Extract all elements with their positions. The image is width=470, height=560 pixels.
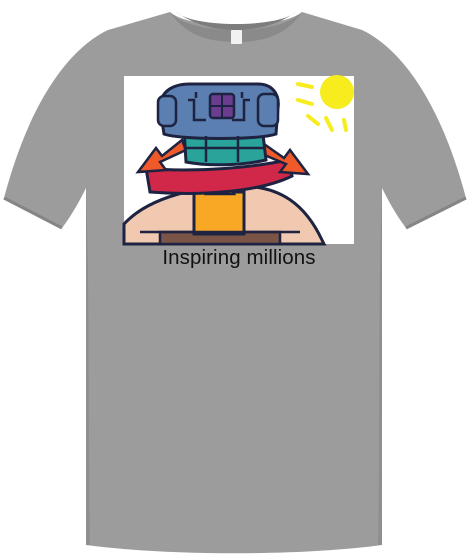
print-caption: Inspiring millions: [162, 246, 316, 269]
orange-panel: [192, 190, 246, 236]
robot-ear-right: [256, 92, 280, 128]
tag-icon: [231, 30, 242, 44]
robot-ear-left: [156, 94, 178, 128]
tshirt-graphic: [3, 12, 467, 554]
sun-icon: [320, 75, 354, 109]
product-photo: Inspiring millions: [0, 0, 470, 560]
